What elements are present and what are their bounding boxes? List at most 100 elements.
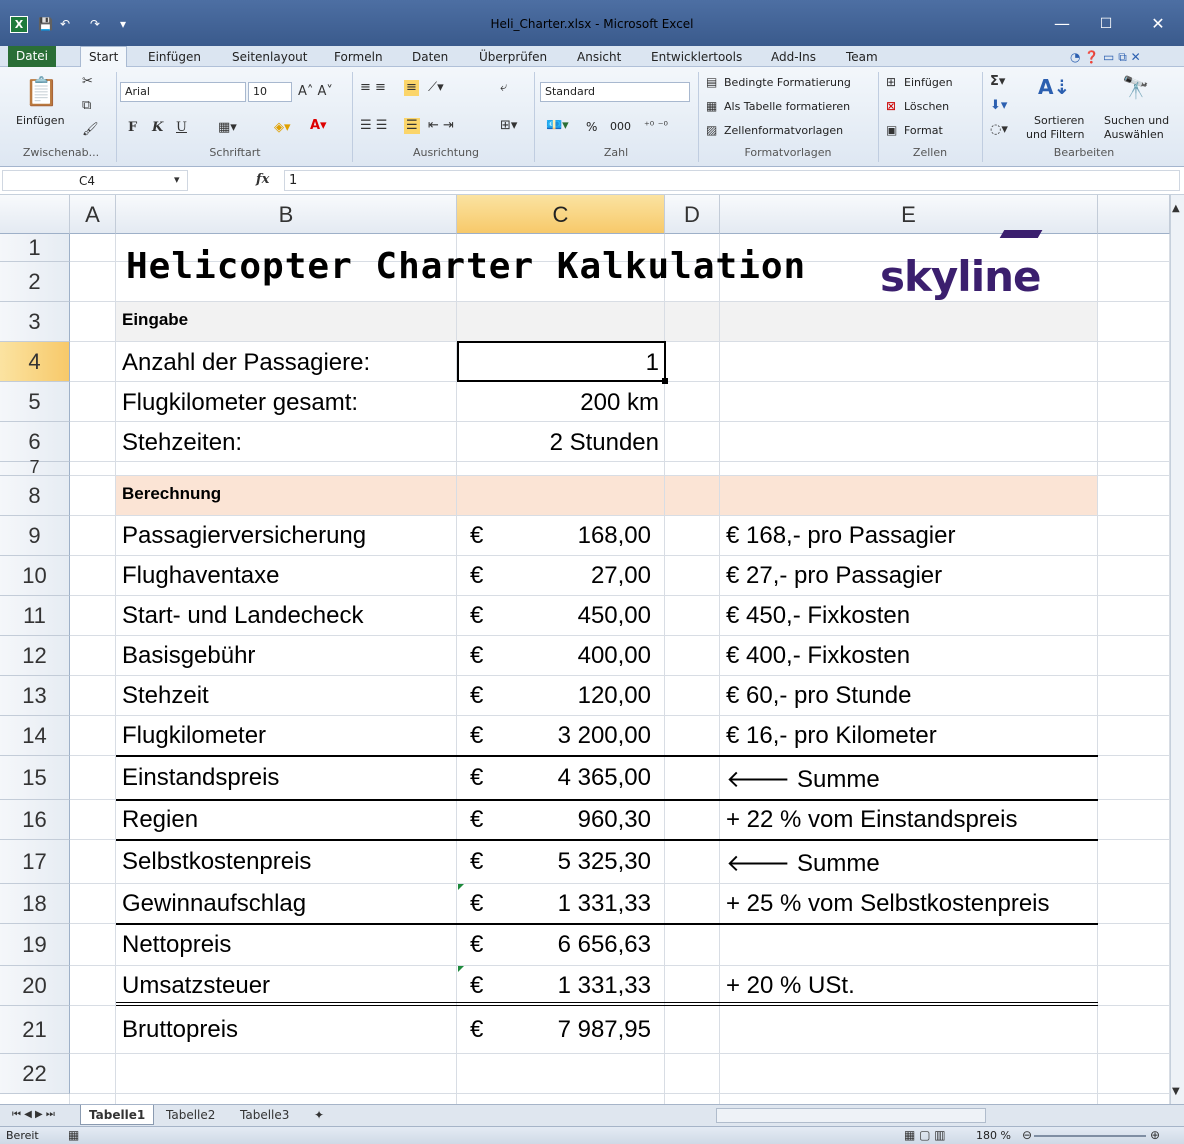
column-header-c[interactable]: C bbox=[457, 195, 665, 234]
tab-team[interactable]: Team bbox=[846, 49, 878, 65]
find-select-icon[interactable]: 🔭 bbox=[1122, 76, 1149, 102]
row-header-6[interactable]: 6 bbox=[0, 422, 70, 462]
align-top-icon[interactable]: ≡ ≡ bbox=[360, 80, 386, 96]
zoom-level[interactable]: 180 % bbox=[976, 1129, 1011, 1143]
row-header-5[interactable]: 5 bbox=[0, 382, 70, 422]
fill-color-icon[interactable]: ◈▾ bbox=[274, 120, 291, 136]
cut-icon[interactable]: ✂ bbox=[82, 74, 93, 90]
row-header-22[interactable]: 22 bbox=[0, 1054, 70, 1094]
format-cells-button[interactable]: Format bbox=[904, 124, 943, 138]
currency-format-icon[interactable]: 💶▾ bbox=[546, 118, 569, 134]
tab-seitenlayout[interactable]: Seitenlayout bbox=[232, 49, 307, 65]
tab-ansicht[interactable]: Ansicht bbox=[577, 49, 621, 65]
scroll-up-icon[interactable]: ▲ bbox=[1172, 201, 1180, 217]
zoom-slider[interactable] bbox=[1034, 1135, 1146, 1137]
scroll-down-icon[interactable]: ▼ bbox=[1172, 1084, 1180, 1100]
calc-value[interactable]: 1 331,33 bbox=[457, 890, 651, 918]
row-header-15[interactable]: 15 bbox=[0, 756, 70, 800]
delete-cells-icon[interactable]: ⊠ bbox=[886, 98, 896, 114]
row-header-11[interactable]: 11 bbox=[0, 596, 70, 636]
row-header-4[interactable]: 4 bbox=[0, 342, 70, 382]
column-header-b[interactable]: B bbox=[116, 195, 457, 234]
sheet-tab-tabelle2[interactable]: Tabelle2 bbox=[158, 1105, 223, 1125]
clear-icon[interactable]: ◌▾ bbox=[990, 122, 1008, 138]
insert-cells-icon[interactable]: ⊞ bbox=[886, 74, 896, 90]
table-format-icon[interactable]: ▦ bbox=[706, 98, 717, 114]
bold-button[interactable]: F bbox=[128, 120, 137, 136]
row-header-7[interactable]: 7 bbox=[0, 458, 70, 476]
wrap-text-icon[interactable]: ⤶ bbox=[500, 80, 507, 96]
sheet-tab-tabelle3[interactable]: Tabelle3 bbox=[232, 1105, 297, 1125]
input-value[interactable]: 200 km bbox=[457, 389, 659, 417]
percent-button[interactable]: % bbox=[586, 120, 597, 134]
function-icon[interactable]: fx bbox=[256, 172, 269, 188]
calc-value[interactable]: 400,00 bbox=[457, 642, 651, 670]
row-header-10[interactable]: 10 bbox=[0, 556, 70, 596]
tab-datei[interactable]: Datei bbox=[8, 46, 57, 67]
name-box-dropdown-icon[interactable]: ▾ bbox=[174, 172, 180, 188]
zoom-out-icon[interactable]: ⊖ bbox=[1022, 1127, 1032, 1143]
align-bottom-icon[interactable]: ≡ bbox=[404, 80, 419, 96]
align-right-icon[interactable]: ☰ bbox=[404, 118, 420, 134]
vertical-scrollbar[interactable]: ▲ ▼ bbox=[1170, 195, 1184, 1104]
column-header-e[interactable]: E bbox=[720, 195, 1098, 234]
calc-value[interactable]: 120,00 bbox=[457, 682, 651, 710]
formula-input[interactable]: 1 bbox=[284, 170, 1180, 191]
calc-value[interactable]: 1 331,33 bbox=[457, 972, 651, 1000]
tab-formeln[interactable]: Formeln bbox=[334, 49, 383, 65]
conditional-formatting-button[interactable]: Bedingte Formatierung bbox=[724, 76, 851, 90]
name-box[interactable]: C4 bbox=[2, 170, 188, 191]
paste-icon[interactable]: 📋 bbox=[24, 76, 59, 108]
align-left-icon[interactable]: ☰ ☰ bbox=[360, 118, 387, 134]
find-select-button-line2[interactable]: Auswählen bbox=[1104, 128, 1164, 142]
calc-value[interactable]: 4 365,00 bbox=[457, 764, 651, 792]
row-header-21[interactable]: 21 bbox=[0, 1006, 70, 1054]
row-header-18[interactable]: 18 bbox=[0, 884, 70, 924]
minimize-button[interactable]: — bbox=[1042, 10, 1082, 38]
column-header-f[interactable] bbox=[1098, 195, 1170, 234]
insert-sheet-icon[interactable]: ✦ bbox=[306, 1105, 332, 1125]
row-header-12[interactable]: 12 bbox=[0, 636, 70, 676]
worksheet-grid[interactable]: A B C D E 1 2 3 4 5 6 7 8 9 10 11 12 13 14 15 16 17 18 19 2… bbox=[0, 195, 1170, 1104]
tab-add-ins[interactable]: Add-Ins bbox=[771, 49, 816, 65]
font-name-select[interactable]: Arial bbox=[120, 82, 246, 102]
insert-cells-button[interactable]: Einfügen bbox=[904, 76, 953, 90]
tab-entwicklertools[interactable]: Entwicklertools bbox=[651, 49, 742, 65]
font-color-icon[interactable]: A▾ bbox=[310, 118, 327, 134]
tab-einfuegen[interactable]: Einfügen bbox=[148, 49, 201, 65]
format-as-table-button[interactable]: Als Tabelle formatieren bbox=[724, 100, 850, 114]
fill-handle[interactable] bbox=[662, 378, 668, 384]
row-header-13[interactable]: 13 bbox=[0, 676, 70, 716]
delete-cells-button[interactable]: Löschen bbox=[904, 100, 949, 114]
cell-styles-button[interactable]: Zellenformatvorlagen bbox=[724, 124, 843, 138]
calc-value[interactable]: 5 325,30 bbox=[457, 848, 651, 876]
format-painter-icon[interactable]: 🖌 bbox=[82, 122, 99, 138]
sheet-nav-icon[interactable]: ⏮ ◀ ▶ ⏭ bbox=[4, 1105, 63, 1125]
row-header-8[interactable]: 8 bbox=[0, 476, 70, 516]
select-all-corner[interactable] bbox=[0, 195, 70, 234]
maximize-button[interactable]: ☐ bbox=[1086, 10, 1126, 38]
format-cells-icon[interactable]: ▣ bbox=[886, 122, 897, 138]
sort-filter-button-line2[interactable]: und Filtern bbox=[1026, 128, 1084, 142]
calc-value[interactable]: 960,30 bbox=[457, 806, 651, 834]
calc-value[interactable]: 27,00 bbox=[457, 562, 651, 590]
indent-icon[interactable]: ⇤ ⇥ bbox=[428, 118, 454, 134]
orientation-icon[interactable]: ⟋▾ bbox=[428, 80, 444, 96]
underline-button[interactable]: U bbox=[176, 120, 187, 136]
row-header-16[interactable]: 16 bbox=[0, 800, 70, 840]
tab-start[interactable]: Start bbox=[80, 46, 128, 68]
font-size-select[interactable]: 10 bbox=[248, 82, 292, 102]
row-header-3[interactable]: 3 bbox=[0, 302, 70, 342]
input-value[interactable]: 2 Stunden bbox=[457, 429, 659, 457]
copy-icon[interactable]: ⧉ bbox=[82, 98, 91, 114]
row-header-2[interactable]: 2 bbox=[0, 262, 70, 302]
calc-value[interactable]: 450,00 bbox=[457, 602, 651, 630]
row-header-20[interactable]: 20 bbox=[0, 966, 70, 1006]
calc-value[interactable]: 3 200,00 bbox=[457, 722, 651, 750]
sort-filter-icon[interactable]: A⇣ bbox=[1038, 74, 1070, 100]
active-cell-c4[interactable] bbox=[457, 341, 666, 382]
find-select-button-line1[interactable]: Suchen und bbox=[1104, 114, 1169, 128]
sheet-tab-tabelle1[interactable]: Tabelle1 bbox=[80, 1105, 155, 1125]
tab-daten[interactable]: Daten bbox=[412, 49, 448, 65]
row-header-1[interactable]: 1 bbox=[0, 234, 70, 262]
